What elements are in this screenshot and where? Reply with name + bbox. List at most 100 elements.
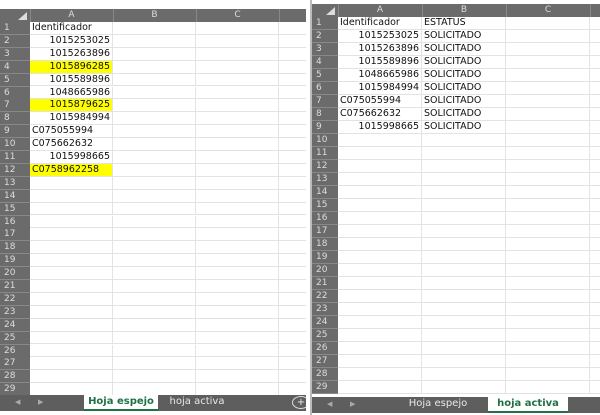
cell-B20[interactable] [422,264,506,276]
cell-B7[interactable] [113,99,196,112]
row-header-11[interactable]: 11 [312,147,338,160]
cell-A4[interactable]: 1015896285 [30,60,113,73]
row-header-29[interactable]: 29 [312,381,338,394]
cell-B12[interactable] [113,163,196,176]
sheet-tab-hoja-activa[interactable]: hoja activa [488,397,568,413]
cell-A18[interactable] [30,241,113,254]
cell-B13[interactable] [422,173,506,185]
cell-C16[interactable] [196,215,279,228]
cell-C18[interactable] [506,238,590,250]
row-header-17[interactable]: 17 [0,228,30,242]
cell-A26[interactable] [30,344,113,357]
cell-A25[interactable] [338,329,422,341]
row-header-5[interactable]: 5 [0,73,30,87]
row-header-25[interactable]: 25 [0,331,30,345]
cell-B13[interactable] [113,176,196,189]
cell-C22[interactable] [196,292,279,305]
cell-C21[interactable] [196,280,279,292]
cell-A29[interactable] [30,383,113,396]
cell-C13[interactable] [196,176,279,189]
cell-B25[interactable] [422,329,506,341]
cell-A12[interactable] [338,160,422,172]
cell-B2[interactable]: SOLICITADO [422,30,506,42]
row-header-13[interactable]: 13 [312,173,338,186]
cell-A23[interactable] [30,305,113,318]
row-header-26[interactable]: 26 [312,342,338,355]
cell-A9[interactable]: C075055994 [30,125,113,138]
cell-B1[interactable] [113,22,196,34]
cell-A21[interactable] [338,277,422,289]
row-header-4[interactable]: 4 [0,60,30,74]
cell-B25[interactable] [113,331,196,344]
cell-B11[interactable] [113,151,196,163]
cell-C25[interactable] [506,329,590,341]
cell-C14[interactable] [196,189,279,202]
row-header-5[interactable]: 5 [312,69,338,82]
cell-A2[interactable]: 1015253025 [338,30,422,42]
add-sheet-button[interactable]: + [292,396,306,409]
row-header-18[interactable]: 18 [312,238,338,251]
column-header-A[interactable]: A [30,9,114,22]
cell-B27[interactable] [113,357,196,370]
cell-C1[interactable] [196,22,279,34]
row-header-7[interactable]: 7 [312,95,338,108]
row-header-9[interactable]: 9 [312,121,338,134]
cell-B8[interactable]: SOLICITADO [422,108,506,120]
row-header-18[interactable]: 18 [0,241,30,255]
cell-A29[interactable] [338,381,422,393]
row-header-15[interactable]: 15 [312,199,338,212]
cell-C18[interactable] [196,241,279,254]
cell-B28[interactable] [113,370,196,383]
cell-B5[interactable] [113,73,196,86]
cell-A2[interactable]: 1015253025 [30,34,113,47]
cell-C21[interactable] [506,277,590,289]
scroll-tabs-right-icon[interactable]: ▶ [350,397,355,412]
cell-C28[interactable] [506,368,590,380]
cell-B17[interactable] [113,228,196,241]
cell-A17[interactable] [338,225,422,237]
cell-C22[interactable] [506,290,590,302]
cell-A11[interactable]: 1015998665 [30,151,113,163]
row-header-20[interactable]: 20 [312,264,338,277]
cell-C11[interactable] [196,151,279,163]
scroll-tabs-right-icon[interactable]: ▶ [38,395,43,410]
sheet-tab-hoja-espejo[interactable]: Hoja espejo [84,395,158,411]
row-header-21[interactable]: 21 [312,277,338,290]
cell-A22[interactable] [30,292,113,305]
cell-C4[interactable] [196,60,279,73]
cell-B14[interactable] [113,189,196,202]
cell-A27[interactable] [30,357,113,370]
cell-B2[interactable] [113,34,196,47]
cell-C3[interactable] [196,47,279,60]
cell-A7[interactable]: 1015879625 [30,99,113,112]
cell-C26[interactable] [506,342,590,354]
cell-B22[interactable] [422,290,506,302]
cell-A11[interactable] [338,147,422,159]
cell-B23[interactable] [422,303,506,315]
row-header-22[interactable]: 22 [312,290,338,303]
cell-B22[interactable] [113,292,196,305]
cell-B28[interactable] [422,368,506,380]
row-header-14[interactable]: 14 [312,186,338,199]
cell-B16[interactable] [422,212,506,224]
cell-A24[interactable] [30,318,113,331]
row-header-16[interactable]: 16 [312,212,338,225]
cell-B3[interactable]: SOLICITADO [422,43,506,55]
cell-C9[interactable] [196,125,279,138]
row-header-23[interactable]: 23 [312,303,338,316]
cell-B19[interactable] [422,251,506,263]
cell-A10[interactable] [338,134,422,146]
cell-C20[interactable] [506,264,590,276]
cell-B24[interactable] [113,318,196,331]
row-header-13[interactable]: 13 [0,176,30,190]
cell-A20[interactable] [30,267,113,280]
cell-C14[interactable] [506,186,590,198]
cell-A23[interactable] [338,303,422,315]
row-header-12[interactable]: 12 [312,160,338,173]
cell-C15[interactable] [196,202,279,215]
row-header-24[interactable]: 24 [0,318,30,332]
cell-C4[interactable] [506,56,590,68]
cell-B23[interactable] [113,305,196,318]
cell-B21[interactable] [422,277,506,289]
cell-A1[interactable]: Identificador [338,17,422,29]
